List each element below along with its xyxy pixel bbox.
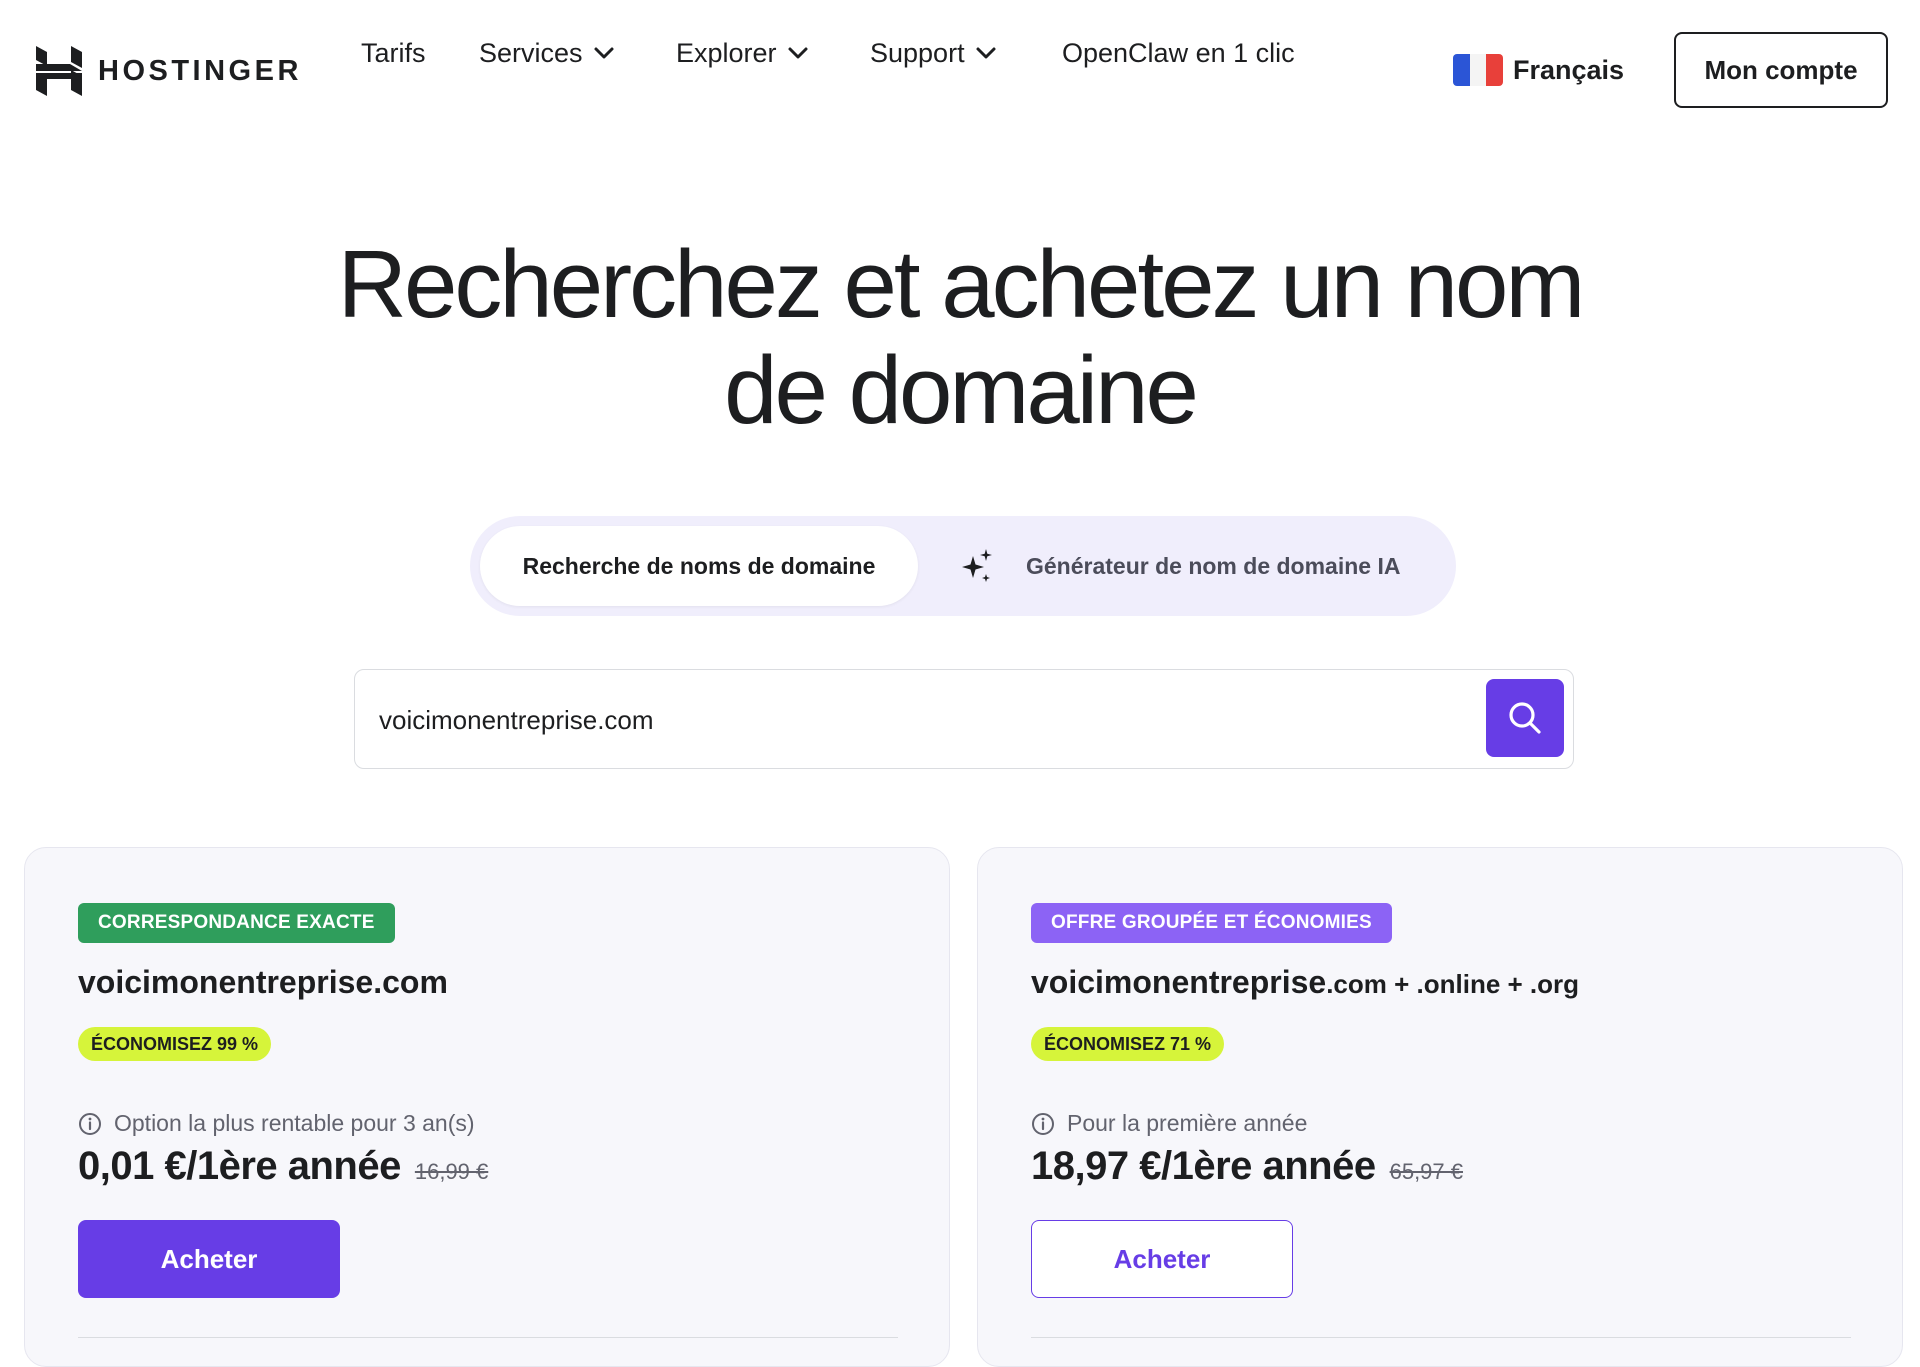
- site-header: HOSTINGER Tarifs Services Explorer Suppo…: [0, 0, 1920, 144]
- savings-badge: ÉCONOMISEZ 71 %: [1031, 1027, 1225, 1061]
- domain-extensions: .com + .online + .org: [1326, 969, 1580, 999]
- page-title-line-2: de domaine: [724, 337, 1199, 444]
- page-title-line-1: Recherchez et achetez un nom: [337, 231, 1586, 338]
- tab-ai-generator-label: Générateur de nom de domaine IA: [1026, 552, 1401, 579]
- domain-name-text: voicimonentreprise.com: [78, 964, 448, 1000]
- card-divider: [1031, 1337, 1851, 1338]
- domain-search-input[interactable]: [377, 690, 1481, 750]
- nav-services-label: Services: [479, 37, 583, 68]
- nav-openclaw-label: OpenClaw en 1 clic: [1062, 37, 1295, 68]
- price-row: 18,97 €/1ère année 65,97 €: [1031, 1144, 1463, 1189]
- buy-button[interactable]: Acheter: [1031, 1220, 1293, 1298]
- nav-openclaw[interactable]: OpenClaw en 1 clic: [1062, 38, 1295, 69]
- nav-tarifs-label: Tarifs: [361, 37, 426, 68]
- buy-button[interactable]: Acheter: [78, 1220, 340, 1298]
- price-info: Pour la première année: [1031, 1110, 1307, 1137]
- price-info-text: Pour la première année: [1067, 1110, 1308, 1136]
- search-mode-toggle: Recherche de noms de domaine Générateur …: [470, 516, 1456, 616]
- my-account-button[interactable]: Mon compte: [1674, 32, 1888, 108]
- tab-ai-generator[interactable]: Générateur de nom de domaine IA: [960, 526, 1400, 606]
- nav-support-label: Support: [870, 37, 965, 68]
- chevron-down-icon: [976, 47, 996, 59]
- card-divider: [78, 1337, 898, 1338]
- sparkles-icon: [962, 549, 992, 582]
- nav-tarifs[interactable]: Tarifs: [361, 38, 426, 69]
- logo-text: HOSTINGER: [98, 54, 302, 87]
- domain-name: voicimonentreprise.com: [78, 964, 448, 1001]
- language-selector[interactable]: Français: [1453, 54, 1624, 86]
- page-title: Recherchez et achetez un nom de domaine: [300, 232, 1620, 444]
- bundle-offer-tag: OFFRE GROUPÉE ET ÉCONOMIES: [1031, 903, 1392, 943]
- exact-match-tag: CORRESPONDANCE EXACTE: [78, 903, 395, 943]
- search-icon: [1509, 702, 1541, 734]
- price-info: Option la plus rentable pour 3 an(s): [78, 1110, 475, 1137]
- original-price: 65,97 €: [1389, 1159, 1463, 1184]
- nav-support[interactable]: Support: [870, 38, 997, 69]
- nav-services[interactable]: Services: [479, 38, 615, 69]
- nav-explorer-label: Explorer: [676, 37, 777, 68]
- domain-name: voicimonentreprise.com + .online + .org: [1031, 964, 1579, 1001]
- tab-domain-search[interactable]: Recherche de noms de domaine: [480, 526, 918, 606]
- savings-badge: ÉCONOMISEZ 99 %: [78, 1027, 272, 1061]
- search-button[interactable]: [1486, 679, 1564, 757]
- domain-search-box: [354, 669, 1574, 769]
- price-info-text: Option la plus rentable pour 3 an(s): [114, 1110, 475, 1136]
- hostinger-logo-icon: [36, 46, 82, 96]
- current-price: 18,97 €/1ère année: [1031, 1144, 1376, 1188]
- french-flag-icon: [1453, 54, 1503, 86]
- domain-result-card-bundle: OFFRE GROUPÉE ET ÉCONOMIES voicimonentre…: [977, 847, 1903, 1367]
- info-icon: [79, 1112, 101, 1135]
- chevron-down-icon: [788, 47, 808, 59]
- nav-explorer[interactable]: Explorer: [676, 38, 809, 69]
- original-price: 16,99 €: [414, 1159, 489, 1184]
- language-label: Français: [1513, 54, 1625, 85]
- hostinger-logo[interactable]: HOSTINGER: [36, 46, 302, 96]
- domain-name-text: voicimonentreprise: [1031, 964, 1327, 1000]
- price-row: 0,01 €/1ère année 16,99 €: [78, 1144, 488, 1189]
- info-icon: [1032, 1112, 1054, 1135]
- chevron-down-icon: [594, 47, 614, 59]
- domain-result-card-exact: CORRESPONDANCE EXACTE voicimonentreprise…: [24, 847, 950, 1367]
- current-price: 0,01 €/1ère année: [78, 1144, 401, 1188]
